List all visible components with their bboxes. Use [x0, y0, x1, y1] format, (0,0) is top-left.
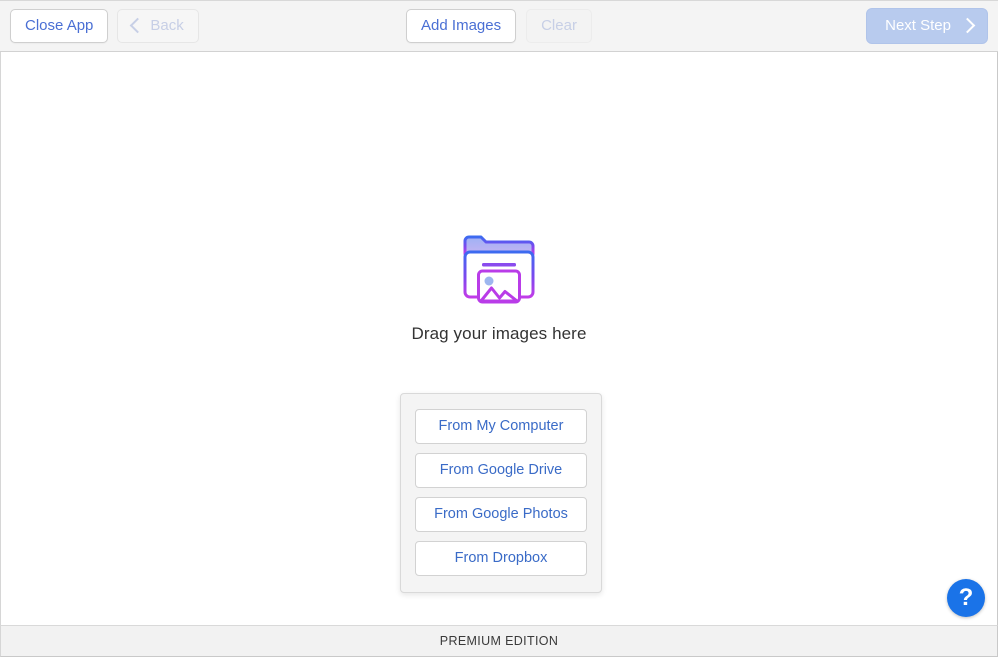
next-step-label: Next Step	[885, 17, 951, 34]
app-window: Close App Back Add Images Clear Next Ste…	[0, 0, 998, 657]
source-google-drive-button[interactable]: From Google Drive	[415, 453, 587, 488]
folder-with-photo-icon	[463, 235, 535, 304]
footer-bar: PREMIUM EDITION	[0, 625, 998, 657]
edition-label: PREMIUM EDITION	[439, 634, 559, 648]
chevron-left-icon	[130, 17, 146, 34]
clear-button[interactable]: Clear	[526, 9, 592, 43]
drop-zone-hint-text: Drag your images here	[411, 324, 587, 343]
next-step-button[interactable]: Next Step	[866, 8, 988, 44]
main-canvas[interactable]: Drag your images here From My Computer F…	[0, 52, 998, 625]
source-dropbox-button[interactable]: From Dropbox	[415, 541, 587, 576]
chevron-right-icon	[959, 17, 976, 34]
toolbar-right-group: Next Step	[866, 1, 988, 51]
add-images-button[interactable]: Add Images	[406, 9, 517, 43]
source-google-photos-button[interactable]: From Google Photos	[415, 497, 587, 532]
toolbar-left-group: Close App Back	[10, 1, 199, 51]
image-source-popup: From My Computer From Google Drive From …	[400, 393, 602, 593]
back-button[interactable]: Back	[117, 9, 199, 43]
close-app-button[interactable]: Close App	[10, 9, 109, 43]
source-my-computer-button[interactable]: From My Computer	[415, 409, 587, 444]
help-icon[interactable]: ?	[947, 579, 985, 617]
drop-zone[interactable]: Drag your images here	[1, 224, 997, 344]
top-toolbar: Close App Back Add Images Clear Next Ste…	[0, 0, 998, 52]
back-button-label: Back	[150, 17, 184, 34]
